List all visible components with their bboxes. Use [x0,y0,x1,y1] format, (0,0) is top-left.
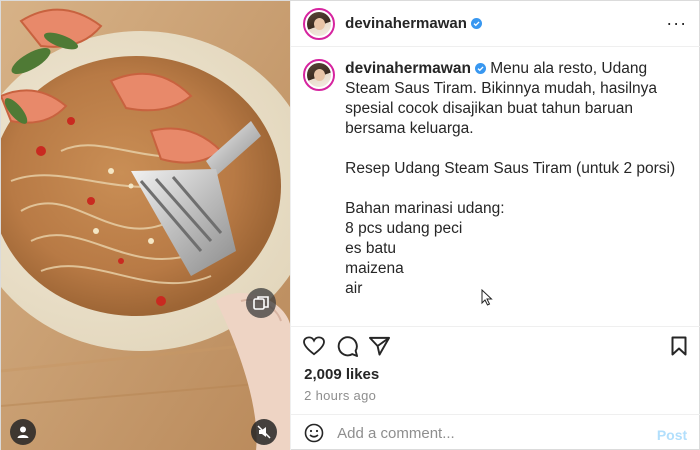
caption-avatar-face [314,69,326,81]
more-options-icon[interactable]: ··· [666,14,687,32]
action-bar [291,328,700,364]
avatar-face [314,17,326,30]
user-tag-icon[interactable] [10,419,36,445]
user-icon-glyph [17,426,29,438]
post-comment-button[interactable]: Post [657,427,687,443]
caption-text: devinahermawan Menu ala resto, Udang Ste… [345,59,675,326]
caption-verified-badge-icon [474,63,486,74]
caption-body: Menu ala resto, Udang Steam Saus Tiram. … [345,60,676,297]
post-side-panel: devinahermawan ··· devinahermawan Menu a… [290,1,700,450]
comment-bar: Post [291,414,700,450]
header-username[interactable]: devinahermawan [345,15,467,32]
post-timestamp[interactable]: 2 hours ago [304,388,376,403]
comment-input[interactable] [337,425,638,442]
caption-username[interactable]: devinahermawan [345,60,471,77]
mouse-cursor-icon [481,289,493,306]
avatar[interactable] [303,7,336,40]
share-icon[interactable] [367,334,391,358]
post-media[interactable] [1,1,291,450]
emoji-icon[interactable] [304,423,324,443]
avatar-image [307,11,332,36]
comment-icon[interactable] [335,334,359,358]
post-header: devinahermawan ··· [291,1,700,47]
verified-badge-icon [470,18,482,29]
heart-icon[interactable] [302,334,326,358]
likes-count[interactable]: 2,009 likes [304,366,379,383]
mute-icon[interactable] [251,419,277,445]
mute-icon-glyph [257,425,271,439]
bookmark-icon[interactable] [667,334,691,358]
carousel-icon-glyph [253,296,269,310]
carousel-icon[interactable] [246,288,276,318]
caption-avatar[interactable] [303,59,336,91]
caption-section: devinahermawan Menu ala resto, Udang Ste… [291,47,700,327]
post-card: devinahermawan ··· devinahermawan Menu a… [0,0,700,450]
food-photo [1,1,291,450]
caption-avatar-image [307,63,332,87]
